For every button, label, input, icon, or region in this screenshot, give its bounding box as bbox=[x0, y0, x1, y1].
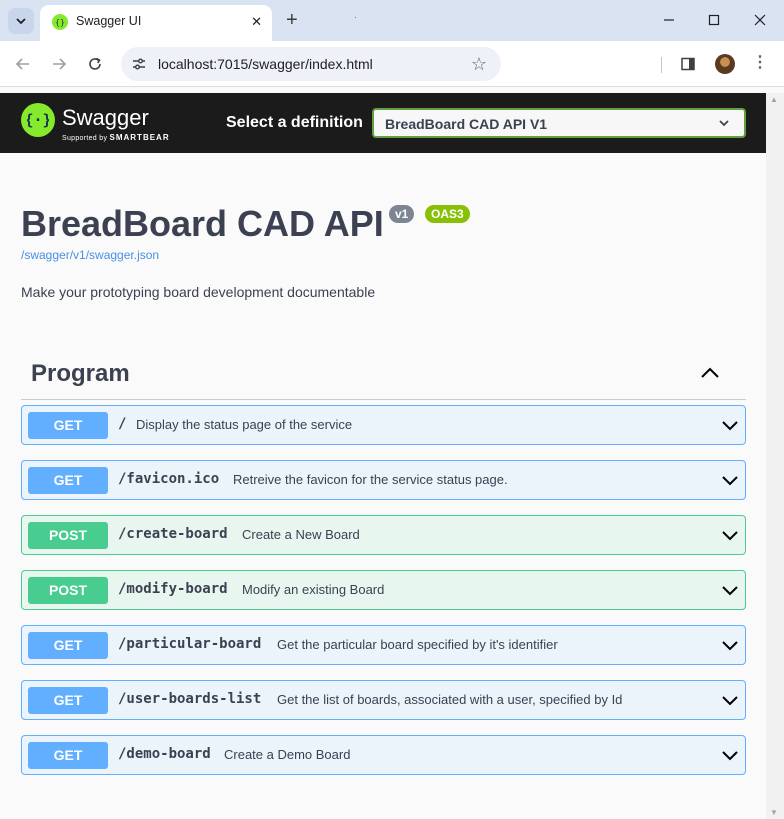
tab-close-icon[interactable]: ✕ bbox=[251, 14, 262, 30]
swagger-logo-icon[interactable]: {·} bbox=[21, 103, 55, 137]
operation-summary: Get the particular board specified by it… bbox=[277, 637, 558, 652]
operation-path: /particular-board bbox=[118, 636, 262, 652]
page-scrollbar[interactable]: ▲ ▼ bbox=[766, 93, 784, 819]
reload-button[interactable] bbox=[83, 52, 107, 76]
operation-row[interactable]: POST /modify-board Modify an existing Bo… bbox=[21, 570, 746, 610]
definition-select[interactable]: BreadBoard CAD API V1 bbox=[372, 108, 746, 138]
operation-summary: Get the list of boards, associated with … bbox=[277, 692, 623, 707]
maximize-icon bbox=[708, 14, 720, 26]
method-badge: GET bbox=[28, 632, 108, 659]
operation-path: /modify-board bbox=[118, 581, 228, 597]
site-info-icon[interactable] bbox=[131, 56, 147, 72]
operation-summary: Modify an existing Board bbox=[242, 582, 385, 597]
operation-row[interactable]: GET /demo-board Create a Demo Board bbox=[21, 735, 746, 775]
oas-badge: OAS3 bbox=[425, 205, 470, 223]
chevron-down-icon[interactable] bbox=[720, 583, 740, 599]
operation-summary: Create a Demo Board bbox=[224, 747, 351, 762]
arrow-left-icon bbox=[15, 58, 29, 70]
operation-summary: Display the status page of the service bbox=[136, 417, 353, 432]
swagger-favicon-icon: {} bbox=[52, 14, 68, 30]
definition-value: BreadBoard CAD API V1 bbox=[385, 116, 548, 132]
operation-row[interactable]: GET / Display the status page of the ser… bbox=[21, 405, 746, 445]
chevron-down-icon[interactable] bbox=[720, 638, 740, 654]
minimize-icon bbox=[664, 19, 674, 21]
side-panel-button[interactable] bbox=[676, 52, 700, 76]
operation-path: /create-board bbox=[118, 526, 228, 542]
close-icon bbox=[754, 14, 766, 26]
method-badge: POST bbox=[28, 522, 108, 549]
definition-label: Select a definition bbox=[226, 114, 363, 131]
method-badge: GET bbox=[28, 742, 108, 769]
chevron-down-icon[interactable] bbox=[720, 473, 740, 489]
api-description: Make your prototyping board development … bbox=[21, 284, 376, 300]
swagger-brand: Swagger bbox=[62, 105, 149, 130]
scroll-up-icon[interactable]: ▲ bbox=[770, 95, 778, 104]
tab-search-button[interactable] bbox=[8, 8, 34, 34]
maximize-button[interactable] bbox=[702, 8, 726, 32]
back-button[interactable] bbox=[11, 52, 35, 76]
side-panel-icon bbox=[681, 57, 695, 71]
profile-avatar[interactable] bbox=[715, 54, 735, 74]
tab-title: Swagger UI bbox=[76, 14, 142, 28]
browser-tab[interactable]: {} Swagger UI ✕ bbox=[40, 5, 272, 41]
tab-strip-mark: . bbox=[354, 10, 357, 21]
chevron-up-icon[interactable] bbox=[698, 363, 722, 383]
operation-row[interactable]: GET /favicon.ico Retreive the favicon fo… bbox=[21, 460, 746, 500]
chevron-down-icon[interactable] bbox=[720, 528, 740, 544]
more-menu-icon[interactable]: ⋮ bbox=[752, 52, 768, 72]
chevron-down-icon[interactable] bbox=[720, 418, 740, 434]
svg-text:{}: {} bbox=[55, 18, 65, 27]
svg-text:{·}: {·} bbox=[27, 111, 49, 129]
operation-path: / bbox=[118, 416, 127, 432]
close-window-button[interactable] bbox=[748, 8, 772, 32]
method-badge: POST bbox=[28, 577, 108, 604]
operation-row[interactable]: GET /particular-board Get the particular… bbox=[21, 625, 746, 665]
operation-path: /user-boards-list bbox=[118, 691, 262, 707]
swagger-json-link[interactable]: /swagger/v1/swagger.json bbox=[21, 248, 159, 262]
url-text[interactable]: localhost:7015/swagger/index.html bbox=[158, 56, 373, 72]
swagger-tagline: Supported by SMARTBEAR bbox=[62, 133, 170, 142]
section-title[interactable]: Program bbox=[31, 360, 130, 388]
minimize-button[interactable] bbox=[657, 8, 681, 32]
page-viewport: {·} Swagger Supported by SMARTBEAR Selec… bbox=[0, 93, 766, 819]
address-bar[interactable]: localhost:7015/swagger/index.html ☆ bbox=[121, 47, 501, 81]
operation-path: /demo-board bbox=[118, 746, 211, 762]
swagger-topbar: {·} Swagger Supported by SMARTBEAR Selec… bbox=[0, 93, 766, 153]
chevron-down-icon[interactable] bbox=[720, 748, 740, 764]
version-badge: v1 bbox=[389, 205, 415, 223]
operation-path: /favicon.ico bbox=[118, 471, 220, 487]
operation-row[interactable]: POST /create-board Create a New Board bbox=[21, 515, 746, 555]
chevron-down-icon bbox=[719, 120, 729, 127]
browser-titlebar: {} Swagger UI ✕ + . bbox=[0, 0, 784, 41]
api-title: BreadBoard CAD API bbox=[21, 203, 384, 244]
method-badge: GET bbox=[28, 412, 108, 439]
method-badge: GET bbox=[28, 687, 108, 714]
scroll-down-icon[interactable]: ▼ bbox=[770, 808, 778, 817]
bookmark-star-icon[interactable]: ☆ bbox=[471, 54, 487, 75]
forward-button[interactable] bbox=[47, 52, 71, 76]
section-divider bbox=[21, 399, 746, 400]
operation-row[interactable]: GET /user-boards-list Get the list of bo… bbox=[21, 680, 746, 720]
operation-summary: Retreive the favicon for the service sta… bbox=[233, 472, 508, 487]
toolbar-divider bbox=[661, 57, 662, 73]
operation-summary: Create a New Board bbox=[242, 527, 360, 542]
chevron-down-icon[interactable] bbox=[720, 693, 740, 709]
method-badge: GET bbox=[28, 467, 108, 494]
reload-icon bbox=[89, 57, 101, 70]
browser-toolbar: localhost:7015/swagger/index.html ☆ ⋮ bbox=[0, 41, 784, 87]
arrow-right-icon bbox=[53, 58, 67, 70]
chevron-down-icon bbox=[16, 18, 26, 25]
new-tab-button[interactable]: + bbox=[286, 8, 298, 32]
